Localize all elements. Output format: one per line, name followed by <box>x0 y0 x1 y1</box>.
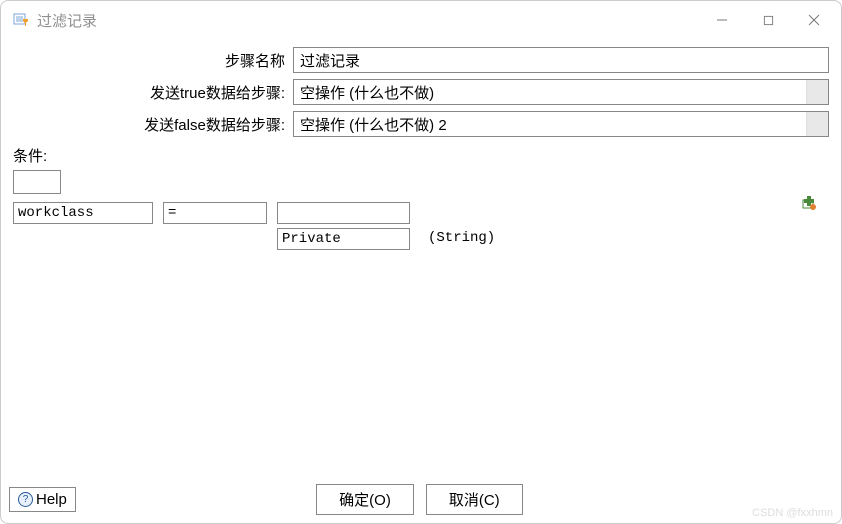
close-button[interactable] <box>791 4 837 36</box>
ok-button[interactable]: 确定(O) <box>316 484 414 515</box>
cancel-button[interactable]: 取消(C) <box>426 484 523 515</box>
step-name-label: 步骤名称 <box>13 50 293 71</box>
help-button[interactable]: ? Help <box>9 487 76 512</box>
chevron-down-icon <box>806 112 828 136</box>
add-condition-icon[interactable] <box>801 195 817 214</box>
condition-heading: 条件: <box>13 145 829 166</box>
dialog-footer: ? Help 确定(O) 取消(C) <box>1 481 841 523</box>
send-false-label: 发送false数据给步骤: <box>13 114 293 135</box>
filter-app-icon <box>13 12 29 28</box>
titlebar: 过滤记录 <box>1 1 841 39</box>
send-true-value: 空操作 (什么也不做) <box>294 80 806 104</box>
condition-operator-input[interactable]: = <box>163 202 267 224</box>
window-title: 过滤记录 <box>37 10 97 31</box>
send-false-select[interactable]: 空操作 (什么也不做) 2 <box>293 111 829 137</box>
send-true-label: 发送true数据给步骤: <box>13 82 293 103</box>
condition-value-top-input[interactable] <box>277 202 410 224</box>
help-icon: ? <box>18 492 33 507</box>
chevron-down-icon <box>806 80 828 104</box>
condition-negate-input[interactable] <box>13 170 61 194</box>
condition-field-input[interactable]: workclass <box>13 202 153 224</box>
dialog-content: 步骤名称 发送true数据给步骤: 空操作 (什么也不做) 发送false数据给… <box>1 39 841 481</box>
send-false-value: 空操作 (什么也不做) 2 <box>294 112 806 136</box>
condition-type-label: (String) <box>428 230 495 246</box>
step-name-input[interactable] <box>293 47 829 73</box>
minimize-button[interactable] <box>699 4 745 36</box>
condition-value-bottom-input[interactable]: Private <box>277 228 410 250</box>
send-true-select[interactable]: 空操作 (什么也不做) <box>293 79 829 105</box>
dialog-window: 过滤记录 步骤名称 发送true数据给步骤: 空操作 (什么也不做) <box>0 0 842 524</box>
maximize-button[interactable] <box>745 4 791 36</box>
